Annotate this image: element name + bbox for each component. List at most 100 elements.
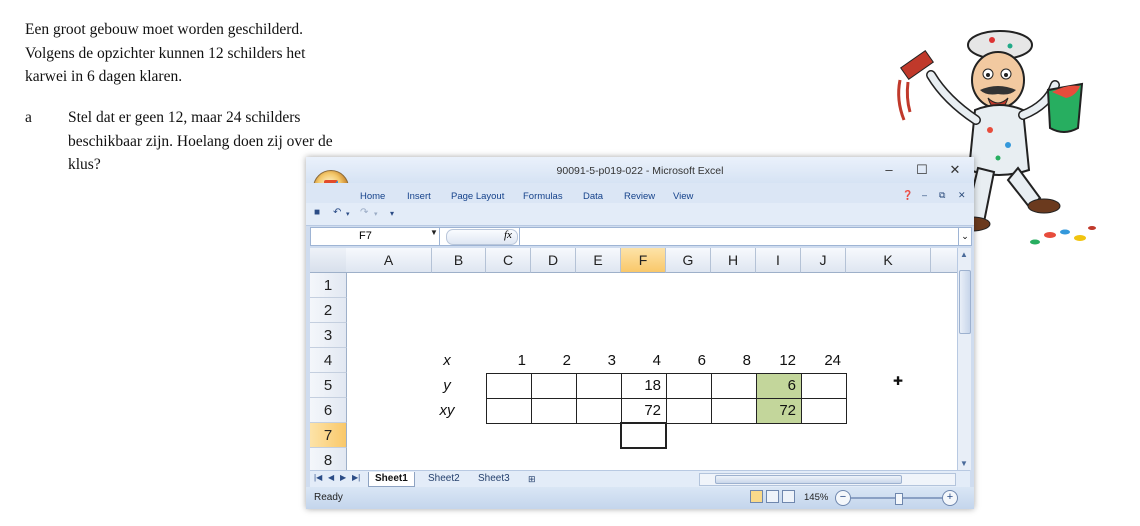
excel-window: 90091-5-p019-022 - Microsoft Excel – ☐ ✕… [306,157,974,509]
cell-j5[interactable] [801,373,847,399]
cell-d6[interactable] [531,398,577,424]
undo-icon[interactable]: ↶ [333,207,341,218]
cell-g5[interactable] [666,373,712,399]
worksheet-grid[interactable]: A B C D E F G H I J K 1 2 3 4 5 6 7 8 x … [310,248,957,470]
cell-g6[interactable] [666,398,712,424]
tab-page-layout[interactable]: Page Layout [451,191,504,202]
expand-formula-icon[interactable]: ⌄ [958,228,971,245]
row-header-7[interactable]: 7 [310,423,347,448]
tab-view[interactable]: View [673,191,693,202]
column-header-e[interactable]: E [576,248,621,273]
row-header-6[interactable]: 6 [310,398,347,423]
cell-i5-value: 6 [787,377,796,394]
save-icon[interactable]: ■ [314,207,320,218]
customize-qat-icon[interactable]: ▾ [390,209,394,218]
label-y[interactable]: y [432,373,462,398]
column-header-h[interactable]: H [711,248,756,273]
cell-e4[interactable]: 3 [576,348,616,373]
redo-icon[interactable]: ↷ [360,207,368,218]
column-header-a[interactable]: A [346,248,432,273]
problem-intro: Een groot gebouw moet worden geschilderd… [25,18,385,89]
cell-h6[interactable] [711,398,757,424]
label-x[interactable]: x [432,348,462,373]
column-header-k[interactable]: K [846,248,931,273]
row-header-2[interactable]: 2 [310,298,347,323]
last-sheet-icon[interactable]: ▶| [352,473,360,482]
tab-home[interactable]: Home [360,191,385,202]
page-layout-view-icon[interactable] [766,490,779,503]
ribbon-restore-icon[interactable]: ⧉ [939,190,945,201]
function-icon[interactable]: fx [504,229,512,241]
cell-d5[interactable] [531,373,577,399]
column-header-c[interactable]: C [486,248,531,273]
ribbon-close-icon[interactable]: ✕ [958,190,966,201]
column-header-f[interactable]: F [621,248,666,273]
horizontal-scroll-thumb[interactable] [715,475,902,484]
column-header-i[interactable]: I [756,248,801,273]
tab-insert[interactable]: Insert [407,191,431,202]
ribbon-minimize-icon[interactable]: – [922,190,927,200]
intro-line: karwei in 6 dagen klaren. [25,68,183,85]
cell-e5[interactable] [576,373,622,399]
normal-view-icon[interactable] [750,490,763,503]
scroll-down-icon[interactable]: ▼ [960,459,968,468]
horizontal-scrollbar[interactable] [699,473,956,486]
cell-h4[interactable]: 8 [711,348,751,373]
first-sheet-icon[interactable]: |◀ [314,473,322,482]
row-header-1[interactable]: 1 [310,273,347,298]
tab-data[interactable]: Data [583,191,603,202]
formula-input[interactable] [519,228,958,245]
tab-review[interactable]: Review [624,191,655,202]
row-header-8[interactable]: 8 [310,448,347,470]
maximize-button[interactable]: ☐ [907,160,937,180]
scroll-up-icon[interactable]: ▲ [960,250,968,259]
sheet-tab-2[interactable]: Sheet2 [422,472,466,486]
prev-sheet-icon[interactable]: ◀ [328,473,334,482]
help-icon[interactable]: ❓ [902,190,913,201]
cell-g4[interactable]: 6 [666,348,706,373]
zoom-slider-knob[interactable] [895,493,903,505]
cell-j6[interactable] [801,398,847,424]
page-break-view-icon[interactable] [782,490,795,503]
zoom-slider[interactable] [851,493,946,505]
insert-sheet-icon[interactable]: ⊞ [522,472,542,486]
next-sheet-icon[interactable]: ▶ [340,473,346,482]
select-all-corner[interactable] [310,248,347,273]
cell-c6[interactable] [486,398,532,424]
cell-j4[interactable]: 24 [801,348,841,373]
vertical-scrollbar[interactable]: ▲ ▼ [957,248,971,470]
column-header-d[interactable]: D [531,248,576,273]
column-header-g[interactable]: G [666,248,711,273]
sheet-tab-1[interactable]: Sheet1 [368,472,415,487]
tab-formulas[interactable]: Formulas [523,191,563,202]
redo-dropdown-icon[interactable]: ▾ [374,210,378,218]
title-bar: 90091-5-p019-022 - Microsoft Excel – ☐ ✕ [306,157,974,183]
row-header-4[interactable]: 4 [310,348,347,373]
vertical-scroll-thumb[interactable] [959,270,971,334]
close-button[interactable]: ✕ [940,160,970,180]
label-xy[interactable]: xy [432,398,462,423]
column-header-j[interactable]: J [801,248,846,273]
chevron-down-icon[interactable]: ▼ [430,228,438,237]
intro-line: Volgens de opzichter kunnen 12 schilders… [25,44,306,62]
row-header-3[interactable]: 3 [310,323,347,348]
row-header-5[interactable]: 5 [310,373,347,398]
zoom-level[interactable]: 145% [804,492,828,503]
minimize-button[interactable]: – [874,160,904,180]
zoom-out-icon[interactable]: − [835,490,851,506]
cell-h5[interactable] [711,373,757,399]
name-box[interactable]: F7 [311,228,440,245]
cell-e6[interactable] [576,398,622,424]
sheet-tab-3[interactable]: Sheet3 [472,472,516,486]
column-header-b[interactable]: B [432,248,486,273]
cell-i4[interactable]: 12 [756,348,796,373]
cell-d4[interactable]: 2 [531,348,571,373]
undo-dropdown-icon[interactable]: ▾ [346,210,350,218]
zoom-in-icon[interactable]: + [942,490,958,506]
cell-c4[interactable]: 1 [486,348,526,373]
active-cell-f7[interactable] [620,422,667,449]
column-header-l[interactable] [931,248,957,273]
cell-c5[interactable] [486,373,532,399]
formula-bar: F7 ▼ fx ⌄ [310,227,972,246]
cell-f4[interactable]: 4 [621,348,661,373]
